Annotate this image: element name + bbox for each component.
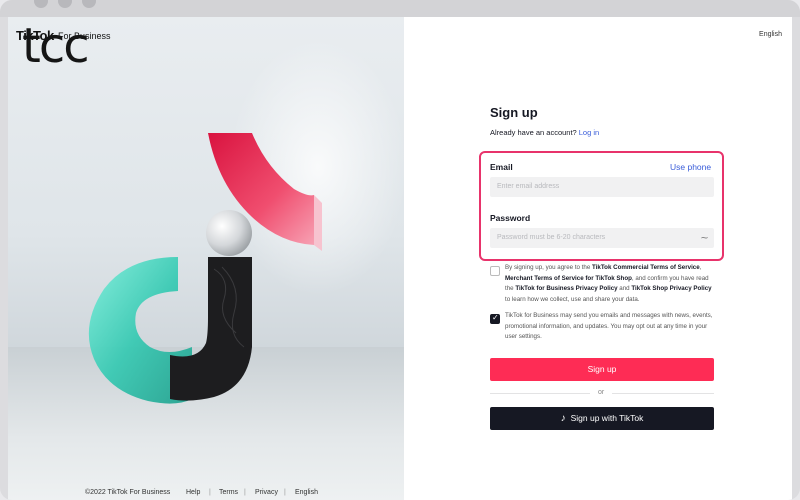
signup-with-tiktok-button[interactable]: ♪ Sign up with TikTok — [490, 407, 714, 430]
eye-hidden-icon[interactable]: ⁓ — [701, 234, 708, 242]
terms-text-part: and — [617, 285, 632, 293]
terms-text-part: , — [699, 264, 702, 271]
have-account-line: Already have an account? Log in — [490, 128, 599, 137]
black-j-shape — [170, 257, 252, 401]
footer-divider: | — [209, 489, 211, 496]
signup-with-tiktok-label: Sign up with TikTok — [570, 413, 644, 423]
page-title: Sign up — [490, 105, 538, 120]
footer-link-language[interactable]: English — [295, 489, 318, 496]
have-account-text: Already have an account? — [490, 128, 577, 137]
hero-panel: TikTok For Business tcc ©2022 TikTok For… — [8, 17, 404, 500]
email-label: Email — [490, 162, 513, 172]
page-viewport: TikTok For Business tcc ©2022 TikTok For… — [8, 17, 792, 500]
tiktok-note-icon: ♪ — [560, 413, 566, 424]
window-minimize-dot[interactable] — [58, 0, 72, 8]
browser-frame: TikTok For Business tcc ©2022 TikTok For… — [0, 0, 800, 500]
footer: ©2022 TikTok For Business Help | Terms |… — [8, 484, 404, 500]
email-placeholder: Enter email address — [497, 183, 560, 190]
red-arc-side — [314, 195, 322, 251]
login-link[interactable]: Log in — [579, 128, 599, 137]
footer-link-terms[interactable]: Terms — [219, 489, 238, 496]
divider-line — [490, 393, 590, 394]
terms-text-part: to learn how we collect, use and share y… — [505, 296, 640, 304]
password-label: Password — [490, 213, 531, 223]
password-placeholder: Password must be 6-20 characters — [497, 234, 606, 241]
footer-copyright: ©2022 TikTok For Business — [85, 489, 171, 496]
email-field[interactable]: Enter email address — [490, 177, 714, 197]
signup-button[interactable]: Sign up — [490, 358, 714, 381]
tcc-watermark-logo: tcc — [22, 18, 90, 74]
white-ball — [206, 210, 252, 256]
footer-link-privacy[interactable]: Privacy — [255, 489, 278, 496]
window-chrome — [0, 0, 800, 17]
terms-text-part: By signing up, you agree to the — [505, 264, 593, 271]
merchant-terms-link[interactable]: Merchant Terms of Service for TikTok Sho… — [505, 275, 632, 282]
use-phone-link[interactable]: Use phone — [670, 162, 711, 172]
divider-line — [612, 393, 714, 394]
window-close-dot[interactable] — [34, 0, 48, 8]
footer-divider: | — [284, 489, 286, 496]
terms-text: By signing up, you agree to the TikTok C… — [505, 263, 717, 306]
commercial-terms-link[interactable]: TikTok Commercial Terms of Service — [592, 264, 700, 271]
or-divider-text: or — [598, 389, 605, 396]
marketing-text: TikTok for Business may send you emails … — [505, 312, 713, 341]
window-maximize-dot[interactable] — [82, 0, 96, 8]
tiktok-sculpture-image — [88, 133, 322, 404]
business-privacy-link[interactable]: TikTok for Business Privacy Policy — [515, 285, 617, 292]
footer-divider: | — [244, 489, 246, 496]
terms-checkbox[interactable] — [490, 266, 500, 276]
footer-link-help[interactable]: Help — [186, 489, 200, 496]
language-selector[interactable]: English — [759, 31, 782, 38]
shop-privacy-link[interactable]: TikTok Shop Privacy Policy — [631, 285, 711, 292]
marketing-checkbox[interactable] — [490, 313, 500, 324]
password-field[interactable]: Password must be 6-20 characters ⁓ — [490, 228, 714, 248]
